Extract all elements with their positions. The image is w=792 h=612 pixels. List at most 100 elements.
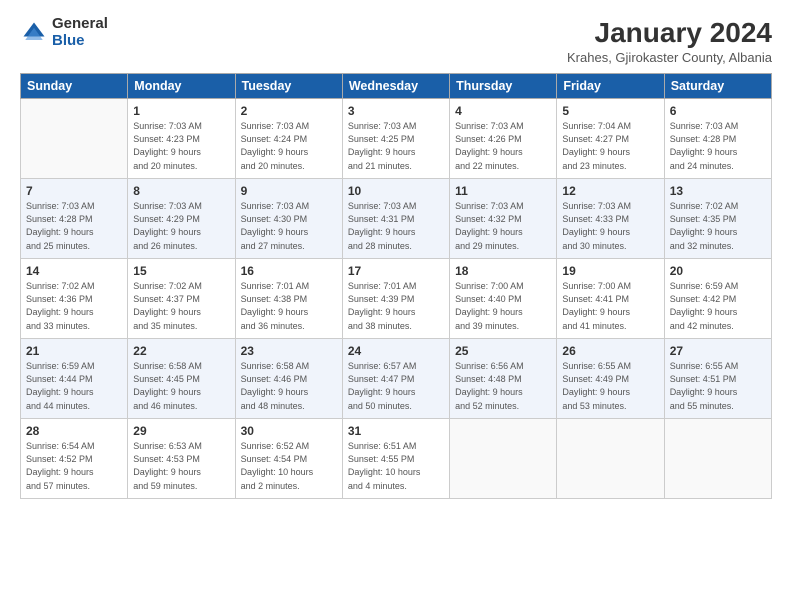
day-info: Sunrise: 7:02 AM Sunset: 4:36 PM Dayligh… xyxy=(26,280,122,332)
day-info: Sunrise: 7:03 AM Sunset: 4:31 PM Dayligh… xyxy=(348,200,444,252)
day-info: Sunrise: 7:03 AM Sunset: 4:29 PM Dayligh… xyxy=(133,200,229,252)
calendar-day-cell: 24Sunrise: 6:57 AM Sunset: 4:47 PM Dayli… xyxy=(342,338,449,418)
day-info: Sunrise: 7:03 AM Sunset: 4:32 PM Dayligh… xyxy=(455,200,551,252)
main-title: January 2024 xyxy=(567,16,772,50)
day-number: 25 xyxy=(455,343,551,360)
day-number: 17 xyxy=(348,263,444,280)
calendar-day-cell: 22Sunrise: 6:58 AM Sunset: 4:45 PM Dayli… xyxy=(128,338,235,418)
calendar-day-cell: 21Sunrise: 6:59 AM Sunset: 4:44 PM Dayli… xyxy=(21,338,128,418)
calendar-day-cell: 19Sunrise: 7:00 AM Sunset: 4:41 PM Dayli… xyxy=(557,258,664,338)
calendar-day-cell: 3Sunrise: 7:03 AM Sunset: 4:25 PM Daylig… xyxy=(342,98,449,178)
calendar-day-cell: 17Sunrise: 7:01 AM Sunset: 4:39 PM Dayli… xyxy=(342,258,449,338)
calendar-day-cell: 28Sunrise: 6:54 AM Sunset: 4:52 PM Dayli… xyxy=(21,418,128,498)
title-block: January 2024 Krahes, Gjirokaster County,… xyxy=(567,16,772,65)
day-number: 13 xyxy=(670,183,766,200)
day-info: Sunrise: 6:55 AM Sunset: 4:49 PM Dayligh… xyxy=(562,360,658,412)
day-number: 22 xyxy=(133,343,229,360)
calendar-day-cell: 9Sunrise: 7:03 AM Sunset: 4:30 PM Daylig… xyxy=(235,178,342,258)
day-number: 6 xyxy=(670,103,766,120)
calendar-day-cell: 6Sunrise: 7:03 AM Sunset: 4:28 PM Daylig… xyxy=(664,98,771,178)
day-info: Sunrise: 7:03 AM Sunset: 4:28 PM Dayligh… xyxy=(26,200,122,252)
day-info: Sunrise: 6:58 AM Sunset: 4:46 PM Dayligh… xyxy=(241,360,337,412)
day-info: Sunrise: 6:53 AM Sunset: 4:53 PM Dayligh… xyxy=(133,440,229,492)
calendar-day-cell xyxy=(21,98,128,178)
calendar-day-cell: 25Sunrise: 6:56 AM Sunset: 4:48 PM Dayli… xyxy=(450,338,557,418)
calendar-day-cell: 30Sunrise: 6:52 AM Sunset: 4:54 PM Dayli… xyxy=(235,418,342,498)
page: General Blue January 2024 Krahes, Gjirok… xyxy=(0,0,792,612)
day-number: 15 xyxy=(133,263,229,280)
day-number: 4 xyxy=(455,103,551,120)
day-number: 9 xyxy=(241,183,337,200)
logo-general: General xyxy=(52,16,108,33)
calendar-day-cell: 13Sunrise: 7:02 AM Sunset: 4:35 PM Dayli… xyxy=(664,178,771,258)
day-info: Sunrise: 7:00 AM Sunset: 4:40 PM Dayligh… xyxy=(455,280,551,332)
day-number: 11 xyxy=(455,183,551,200)
calendar-day-cell: 7Sunrise: 7:03 AM Sunset: 4:28 PM Daylig… xyxy=(21,178,128,258)
calendar-day-cell: 2Sunrise: 7:03 AM Sunset: 4:24 PM Daylig… xyxy=(235,98,342,178)
calendar-day-cell: 27Sunrise: 6:55 AM Sunset: 4:51 PM Dayli… xyxy=(664,338,771,418)
logo-blue: Blue xyxy=(52,33,108,50)
day-header: Thursday xyxy=(450,73,557,98)
day-info: Sunrise: 7:03 AM Sunset: 4:23 PM Dayligh… xyxy=(133,120,229,172)
day-number: 16 xyxy=(241,263,337,280)
calendar-week-row: 1Sunrise: 7:03 AM Sunset: 4:23 PM Daylig… xyxy=(21,98,772,178)
day-info: Sunrise: 6:58 AM Sunset: 4:45 PM Dayligh… xyxy=(133,360,229,412)
day-info: Sunrise: 7:02 AM Sunset: 4:37 PM Dayligh… xyxy=(133,280,229,332)
day-header: Monday xyxy=(128,73,235,98)
calendar-day-cell: 16Sunrise: 7:01 AM Sunset: 4:38 PM Dayli… xyxy=(235,258,342,338)
logo: General Blue xyxy=(20,16,108,49)
day-info: Sunrise: 7:01 AM Sunset: 4:38 PM Dayligh… xyxy=(241,280,337,332)
calendar-day-cell: 14Sunrise: 7:02 AM Sunset: 4:36 PM Dayli… xyxy=(21,258,128,338)
day-header: Tuesday xyxy=(235,73,342,98)
day-info: Sunrise: 7:03 AM Sunset: 4:30 PM Dayligh… xyxy=(241,200,337,252)
calendar-day-cell: 1Sunrise: 7:03 AM Sunset: 4:23 PM Daylig… xyxy=(128,98,235,178)
day-number: 29 xyxy=(133,423,229,440)
day-info: Sunrise: 7:00 AM Sunset: 4:41 PM Dayligh… xyxy=(562,280,658,332)
calendar-day-cell: 29Sunrise: 6:53 AM Sunset: 4:53 PM Dayli… xyxy=(128,418,235,498)
calendar-week-row: 21Sunrise: 6:59 AM Sunset: 4:44 PM Dayli… xyxy=(21,338,772,418)
day-info: Sunrise: 6:56 AM Sunset: 4:48 PM Dayligh… xyxy=(455,360,551,412)
calendar-day-cell xyxy=(557,418,664,498)
calendar-day-cell: 20Sunrise: 6:59 AM Sunset: 4:42 PM Dayli… xyxy=(664,258,771,338)
day-info: Sunrise: 6:59 AM Sunset: 4:44 PM Dayligh… xyxy=(26,360,122,412)
day-number: 18 xyxy=(455,263,551,280)
day-number: 7 xyxy=(26,183,122,200)
subtitle: Krahes, Gjirokaster County, Albania xyxy=(567,50,772,65)
day-number: 14 xyxy=(26,263,122,280)
calendar-day-cell: 11Sunrise: 7:03 AM Sunset: 4:32 PM Dayli… xyxy=(450,178,557,258)
calendar-table: SundayMondayTuesdayWednesdayThursdayFrid… xyxy=(20,73,772,499)
day-number: 24 xyxy=(348,343,444,360)
day-info: Sunrise: 6:52 AM Sunset: 4:54 PM Dayligh… xyxy=(241,440,337,492)
calendar-day-cell: 23Sunrise: 6:58 AM Sunset: 4:46 PM Dayli… xyxy=(235,338,342,418)
logo-text: General Blue xyxy=(52,16,108,49)
calendar-day-cell: 10Sunrise: 7:03 AM Sunset: 4:31 PM Dayli… xyxy=(342,178,449,258)
day-number: 2 xyxy=(241,103,337,120)
day-info: Sunrise: 7:03 AM Sunset: 4:25 PM Dayligh… xyxy=(348,120,444,172)
day-info: Sunrise: 6:57 AM Sunset: 4:47 PM Dayligh… xyxy=(348,360,444,412)
day-number: 3 xyxy=(348,103,444,120)
day-header: Friday xyxy=(557,73,664,98)
calendar-header-row: SundayMondayTuesdayWednesdayThursdayFrid… xyxy=(21,73,772,98)
calendar-day-cell: 18Sunrise: 7:00 AM Sunset: 4:40 PM Dayli… xyxy=(450,258,557,338)
day-number: 31 xyxy=(348,423,444,440)
day-info: Sunrise: 7:03 AM Sunset: 4:26 PM Dayligh… xyxy=(455,120,551,172)
calendar-day-cell: 15Sunrise: 7:02 AM Sunset: 4:37 PM Dayli… xyxy=(128,258,235,338)
day-number: 5 xyxy=(562,103,658,120)
calendar-day-cell: 31Sunrise: 6:51 AM Sunset: 4:55 PM Dayli… xyxy=(342,418,449,498)
day-number: 20 xyxy=(670,263,766,280)
day-header: Wednesday xyxy=(342,73,449,98)
day-info: Sunrise: 7:01 AM Sunset: 4:39 PM Dayligh… xyxy=(348,280,444,332)
calendar-day-cell xyxy=(664,418,771,498)
day-info: Sunrise: 7:03 AM Sunset: 4:24 PM Dayligh… xyxy=(241,120,337,172)
calendar-day-cell: 12Sunrise: 7:03 AM Sunset: 4:33 PM Dayli… xyxy=(557,178,664,258)
calendar-day-cell xyxy=(450,418,557,498)
calendar-week-row: 7Sunrise: 7:03 AM Sunset: 4:28 PM Daylig… xyxy=(21,178,772,258)
day-number: 8 xyxy=(133,183,229,200)
day-info: Sunrise: 6:59 AM Sunset: 4:42 PM Dayligh… xyxy=(670,280,766,332)
logo-icon xyxy=(20,19,48,47)
day-header: Sunday xyxy=(21,73,128,98)
day-number: 27 xyxy=(670,343,766,360)
day-number: 26 xyxy=(562,343,658,360)
day-info: Sunrise: 6:54 AM Sunset: 4:52 PM Dayligh… xyxy=(26,440,122,492)
calendar-week-row: 28Sunrise: 6:54 AM Sunset: 4:52 PM Dayli… xyxy=(21,418,772,498)
